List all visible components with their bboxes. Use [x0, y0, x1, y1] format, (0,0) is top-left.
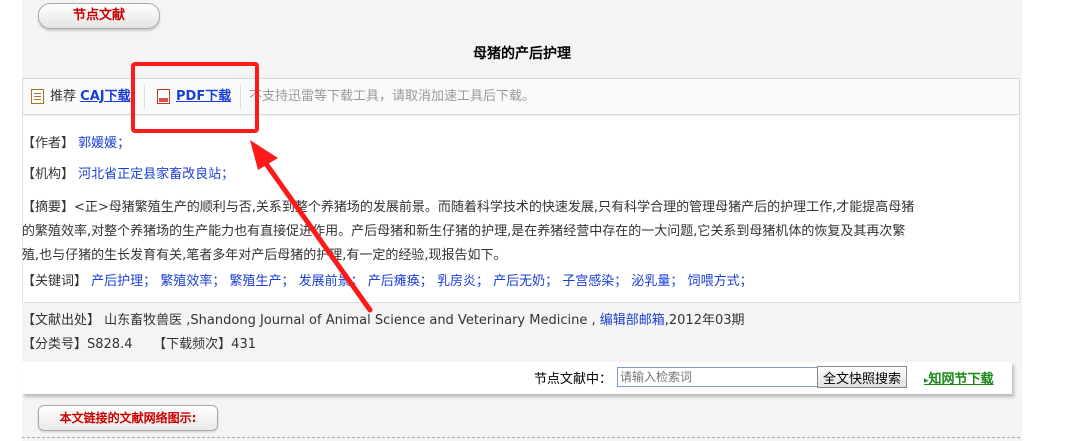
arrow-head	[250, 140, 278, 170]
arrow-shaft	[259, 155, 373, 313]
annotation-arrow-icon	[250, 140, 373, 313]
